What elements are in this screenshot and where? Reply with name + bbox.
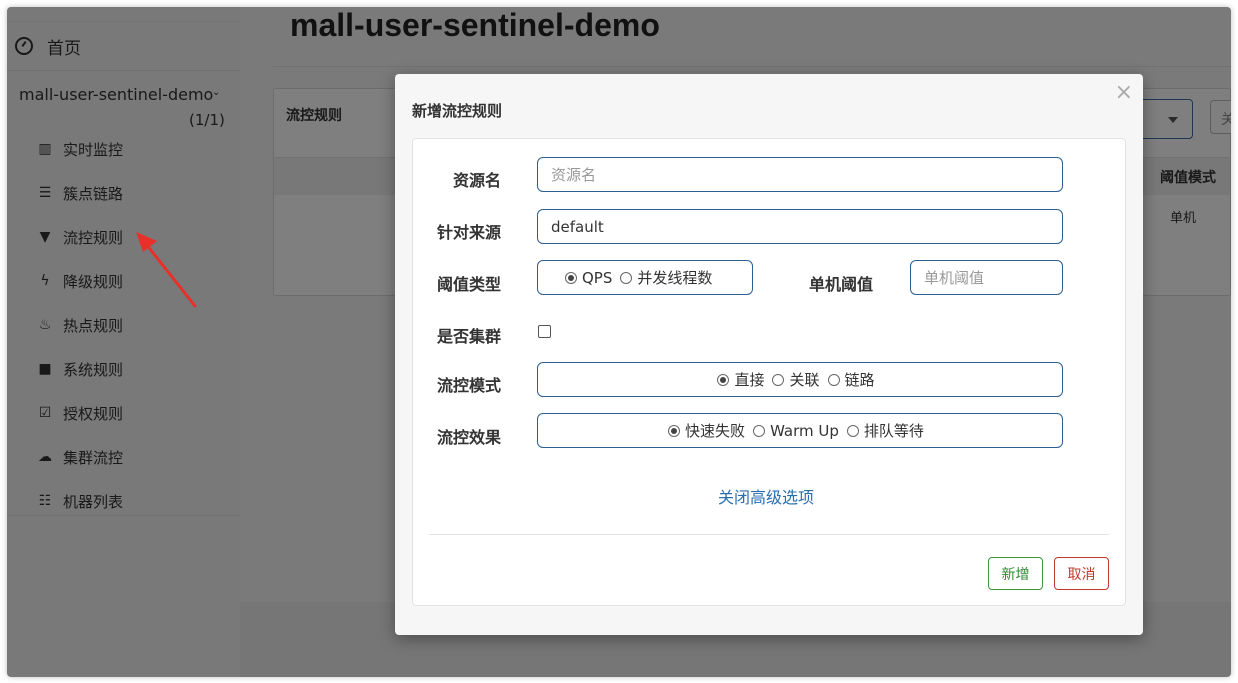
radio-unselected-icon — [827, 373, 840, 386]
add-flow-rule-dialog: 新增流控规则 × 资源名 资源名 针对来源 default 阈值类型 QPS 并… — [395, 74, 1143, 635]
radio-unselected-icon — [846, 424, 859, 437]
add-button[interactable]: 新增 — [988, 557, 1043, 590]
radio-chain[interactable]: 链路 — [827, 369, 875, 390]
divider — [429, 534, 1109, 535]
resource-label: 资源名 — [453, 171, 502, 190]
radio-queue[interactable]: 排队等待 — [846, 420, 924, 441]
flow-effect-radio-group: 快速失败 Warm Up 排队等待 — [537, 413, 1063, 448]
cluster-label: 是否集群 — [437, 327, 502, 346]
radio-selected-icon — [565, 271, 577, 284]
radio-selected-icon — [668, 424, 681, 437]
cluster-checkbox[interactable] — [538, 325, 551, 338]
flow-mode-radio-group: 直接 关联 链路 — [537, 362, 1063, 397]
dialog-form: 资源名 资源名 针对来源 default 阈值类型 QPS 并发线程数 单机阈值… — [412, 138, 1126, 606]
radio-label: QPS — [582, 268, 613, 287]
app-window: 首页 mall-user-sentinel-demo ⌄ (1/1) ▥实时监控… — [7, 7, 1231, 677]
radio-warm-up[interactable]: Warm Up — [753, 422, 839, 440]
radio-relate[interactable]: 关联 — [772, 369, 820, 390]
cancel-button[interactable]: 取消 — [1054, 557, 1109, 590]
toggle-advanced-link[interactable]: 关闭高级选项 — [718, 484, 814, 508]
radio-selected-icon — [717, 373, 730, 386]
flow-effect-label: 流控效果 — [437, 428, 502, 447]
radio-label: 直接 — [734, 371, 765, 389]
threshold-type-label: 阈值类型 — [437, 275, 502, 294]
radio-unselected-icon — [772, 373, 785, 386]
radio-label: 并发线程数 — [637, 269, 713, 287]
radio-thread-count[interactable]: 并发线程数 — [620, 267, 712, 288]
dialog-title: 新增流控规则 — [412, 102, 503, 120]
limit-app-input[interactable]: default — [537, 209, 1063, 244]
radio-unselected-icon — [620, 271, 633, 284]
threshold-type-radio-group: QPS 并发线程数 — [537, 260, 753, 295]
close-icon[interactable]: × — [1115, 80, 1133, 105]
single-threshold-label: 单机阈值 — [809, 275, 874, 294]
radio-qps[interactable]: QPS — [565, 269, 612, 287]
radio-label: Warm Up — [770, 421, 839, 440]
single-threshold-input[interactable]: 单机阈值 — [910, 260, 1063, 295]
radio-unselected-icon — [753, 424, 766, 437]
radio-label: 关联 — [789, 371, 820, 389]
source-label: 针对来源 — [437, 223, 502, 242]
radio-label: 快速失败 — [685, 422, 746, 440]
radio-fast-fail[interactable]: 快速失败 — [668, 420, 745, 441]
radio-direct[interactable]: 直接 — [717, 369, 764, 390]
radio-label: 排队等待 — [863, 422, 924, 440]
flow-mode-label: 流控模式 — [437, 376, 502, 395]
radio-label: 链路 — [844, 371, 875, 389]
resource-name-input[interactable]: 资源名 — [537, 157, 1063, 192]
